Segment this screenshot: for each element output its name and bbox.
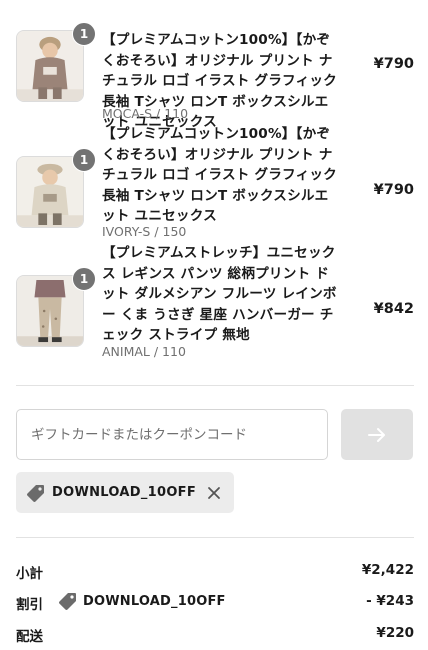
shipping-row: 配送 ¥220 [16, 625, 414, 645]
shipping-label: 配送 [16, 629, 43, 645]
product-title: 【プレミアムストレッチ】ユニセックス レギンス パンツ 総柄プリント ドット ダ… [102, 245, 337, 344]
applied-discount-tag: DOWNLOAD_10OFF [16, 472, 234, 513]
product-variant: MOCA-S / 110 [102, 106, 189, 121]
product-price: ¥842 [373, 301, 414, 317]
quantity-badge: 1 [72, 267, 96, 291]
cart-item: 1 【プレミアムコットン100%】【かぞくおそろい】オリジナル プリント ナチュ… [16, 22, 414, 130]
tag-icon [27, 484, 44, 502]
cart-item: 1 【プレミアムコットン100%】【かぞくおそろい】オリジナル プリント ナチュ… [16, 124, 414, 240]
discount-code-text: DOWNLOAD_10OFF [83, 593, 226, 609]
cart-item: 1 【プレミアムストレッチ】ユニセックス レギンス パンツ 総柄プリント ドット… [16, 243, 414, 361]
product-variant: ANIMAL / 110 [102, 344, 186, 359]
subtotal-value: ¥2,422 [361, 562, 414, 578]
discount-code: DOWNLOAD_10OFF [58, 591, 226, 611]
subtotal-label: 小計 [16, 566, 43, 582]
child-sweatshirt-image [17, 31, 83, 101]
quantity-badge: 1 [72, 148, 96, 172]
apply-coupon-button[interactable] [341, 409, 413, 460]
product-price: ¥790 [373, 56, 414, 72]
quantity-badge: 1 [72, 22, 96, 46]
discount-row: 割引 DOWNLOAD_10OFF - ¥243 [16, 593, 414, 613]
product-thumbnail-wrap: 1 [16, 267, 96, 347]
product-variant: IVORY-S / 150 [102, 224, 187, 239]
close-icon [208, 486, 220, 499]
discount-label: 割引 [16, 597, 43, 613]
coupon-code-input[interactable] [16, 409, 328, 460]
child-leggings-image [17, 276, 83, 346]
product-title: 【プレミアムコットン100%】【かぞくおそろい】オリジナル プリント ナチュラル… [102, 126, 337, 225]
section-divider [16, 385, 414, 386]
discount-code-label: DOWNLOAD_10OFF [52, 485, 197, 500]
product-thumbnail-wrap: 1 [16, 148, 96, 228]
section-divider [16, 537, 414, 538]
product-thumbnail-wrap: 1 [16, 22, 96, 102]
subtotal-row: 小計 ¥2,422 [16, 562, 414, 582]
product-price: ¥790 [373, 182, 414, 198]
tag-icon [59, 593, 76, 610]
child-sweatshirt-image [17, 157, 83, 227]
shipping-value: ¥220 [376, 625, 414, 641]
arrow-right-icon [368, 427, 385, 442]
remove-discount-button[interactable] [206, 485, 222, 501]
discount-value: - ¥243 [366, 593, 414, 609]
